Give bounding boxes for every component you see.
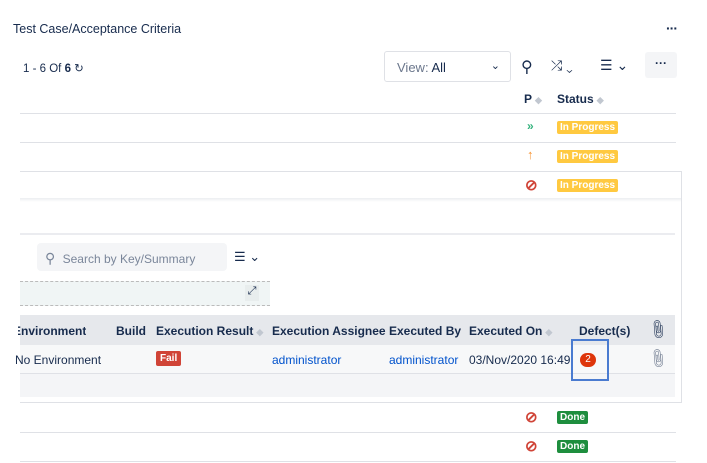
view-select[interactable]: View: All ⌄ [384,51,511,82]
pagination-total: 6 [64,63,71,75]
view-label: View: [397,60,429,75]
expand-icon[interactable]: ⤢ [245,285,259,301]
cell-executed-on: 03/Nov/2020 16:49 [469,353,571,367]
result-badge: Fail [156,351,182,366]
shuffle-icon[interactable]: ⤮ ⌄ [551,57,573,74]
header-executed-by: Executed By [389,324,462,338]
status-badge: Done [557,411,588,424]
sort-icon[interactable]: ◆ [545,327,552,337]
dashed-area [20,281,270,306]
column-header-p[interactable]: P ◆ [524,92,542,106]
header-execution-result[interactable]: Execution Result ◆ [156,324,263,338]
label: Executed On [469,324,543,338]
defect-count-badge[interactable]: 2 [580,353,596,367]
sort-icon[interactable]: ◆ [256,327,263,337]
p-label: P [524,92,533,106]
execution-filter-icon[interactable]: ☰ ⌄ [234,249,260,265]
pagination-of: Of [49,63,62,75]
priority-blocker-icon: ⊘ [525,438,538,455]
pagination-range: 1 - 6 [23,63,47,75]
status-badge: In Progress [557,150,619,163]
column-header-status[interactable]: Status ◆ [557,92,604,106]
search-placeholder: Search by Key/Summary [62,252,196,266]
executed-by-link[interactable]: administrator [389,353,458,367]
priority-lowest-icon: » [527,119,534,133]
label: Execution Result [156,324,254,338]
sort-icon[interactable]: ◆ [535,95,542,105]
refresh-icon[interactable]: ↻ [74,63,84,75]
header-build: Build [116,324,146,338]
search-icon: ⚲ [45,250,56,266]
header-defects: Defect(s) [579,324,631,338]
header-executed-on[interactable]: Executed On ◆ [469,324,552,338]
assignee-link[interactable]: administrator [272,353,341,367]
search-icon[interactable]: ⚲ [521,57,533,77]
status-label: Status [557,92,594,106]
execution-search-input[interactable]: ⚲ Search by Key/Summary [37,243,227,271]
more-button[interactable]: ··· [645,52,677,78]
section-title: Test Case/Acceptance Criteria [13,22,182,36]
priority-blocker-icon: ⊘ [525,409,538,426]
pagination: 1 - 6 Of 6 ↻ [23,61,84,75]
view-value: All [431,60,446,75]
chevron-down-icon: ⌄ [490,60,500,72]
status-badge: In Progress [557,121,619,134]
header-environment: Environment [18,324,87,338]
section-more-icon[interactable]: ··· [666,20,678,36]
cell-environment: No Environment [15,353,102,367]
sort-icon[interactable]: ◆ [597,95,604,105]
priority-high-icon: ↑ [527,147,534,162]
status-badge: Done [557,440,588,453]
header-execution-assignee: Execution Assignee [272,324,386,338]
filter-icon[interactable]: ☰ ⌄ [600,57,628,74]
